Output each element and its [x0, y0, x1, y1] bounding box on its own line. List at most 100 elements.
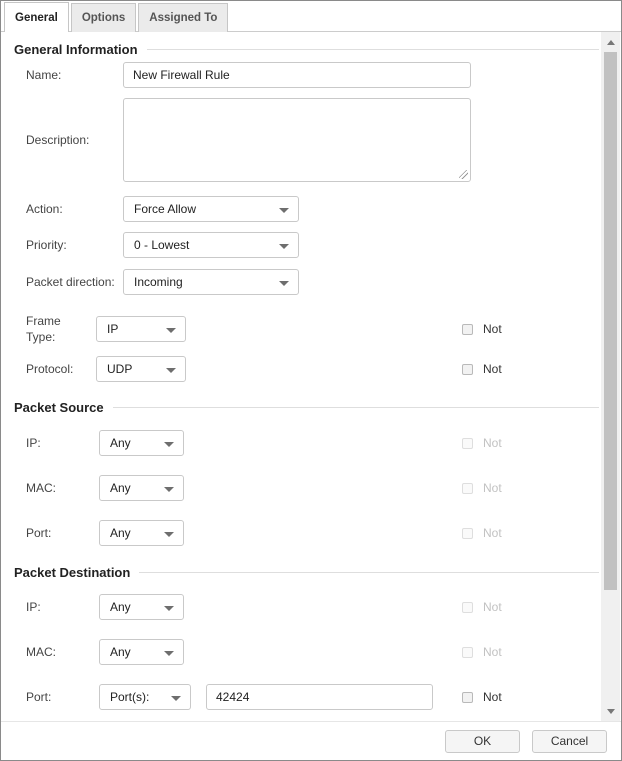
- chevron-down-icon: [164, 532, 174, 537]
- frame-type-not-checkbox[interactable]: [462, 324, 473, 335]
- source-port-not-checkbox: [462, 528, 473, 539]
- form-scroll-area: General Information Name: Description: A…: [1, 32, 602, 723]
- action-select[interactable]: Force Allow: [123, 196, 299, 222]
- frame-type-not-group: Not: [462, 322, 502, 336]
- destination-ip-select-value: Any: [110, 600, 131, 614]
- chevron-down-icon: [164, 487, 174, 492]
- destination-port-not-label: Not: [483, 690, 502, 704]
- source-ip-select[interactable]: Any: [99, 430, 184, 456]
- chevron-down-icon: [171, 696, 181, 701]
- frame-type-select-value: IP: [107, 322, 118, 336]
- priority-label: Priority:: [26, 238, 123, 252]
- triangle-down-icon: [607, 709, 615, 714]
- vertical-scrollbar[interactable]: [601, 32, 620, 723]
- destination-mac-label: MAC:: [26, 645, 99, 659]
- destination-port-type-select-value: Port(s):: [110, 690, 149, 704]
- scroll-up-button[interactable]: [601, 35, 620, 50]
- chevron-down-icon: [166, 328, 176, 333]
- name-input[interactable]: [123, 62, 471, 88]
- source-ip-label: IP:: [26, 436, 99, 450]
- chevron-down-icon: [279, 281, 289, 286]
- protocol-field-row: Protocol: UDP Not: [1, 356, 602, 382]
- destination-mac-not-checkbox: [462, 647, 473, 658]
- chevron-down-icon: [166, 368, 176, 373]
- frame-type-select[interactable]: IP: [96, 316, 186, 342]
- protocol-not-checkbox[interactable]: [462, 364, 473, 375]
- destination-port-field-row: Port: Port(s): Not: [1, 684, 602, 710]
- chevron-down-icon: [164, 606, 174, 611]
- destination-ip-select[interactable]: Any: [99, 594, 184, 620]
- packet-direction-select[interactable]: Incoming: [123, 269, 299, 295]
- section-title: Packet Source: [14, 400, 104, 415]
- destination-mac-not-group: Not: [462, 645, 502, 659]
- section-packet-source: Packet Source: [14, 399, 599, 415]
- protocol-select[interactable]: UDP: [96, 356, 186, 382]
- description-field-row: Description:: [1, 98, 602, 182]
- protocol-not-label: Not: [483, 362, 502, 376]
- destination-port-label: Port:: [26, 690, 99, 704]
- packet-direction-field-row: Packet direction: Incoming: [1, 269, 602, 295]
- destination-ip-not-label: Not: [483, 600, 502, 614]
- source-port-not-label: Not: [483, 526, 502, 540]
- source-mac-select[interactable]: Any: [99, 475, 184, 501]
- section-general-information: General Information: [14, 41, 599, 57]
- frame-type-field-row: Frame Type: IP Not: [1, 313, 602, 345]
- name-field-row: Name:: [1, 62, 602, 88]
- destination-ip-label: IP:: [26, 600, 99, 614]
- destination-port-not-checkbox[interactable]: [462, 692, 473, 703]
- tab-assigned-to[interactable]: Assigned To: [138, 3, 228, 32]
- action-field-row: Action: Force Allow: [1, 196, 602, 222]
- source-port-select[interactable]: Any: [99, 520, 184, 546]
- destination-mac-field-row: MAC: Any Not: [1, 639, 602, 665]
- section-packet-destination: Packet Destination: [14, 564, 599, 580]
- description-textarea[interactable]: [123, 98, 471, 182]
- source-mac-not-checkbox: [462, 483, 473, 494]
- destination-ip-not-group: Not: [462, 600, 502, 614]
- triangle-up-icon: [607, 40, 615, 45]
- cancel-button[interactable]: Cancel: [532, 730, 607, 753]
- destination-ip-not-checkbox: [462, 602, 473, 613]
- tab-assigned-to-label: Assigned To: [149, 12, 217, 24]
- tab-options[interactable]: Options: [71, 3, 136, 32]
- destination-port-input[interactable]: [206, 684, 433, 710]
- section-title: General Information: [14, 42, 138, 57]
- firewall-rule-dialog: General Options Assigned To General Info…: [0, 0, 622, 761]
- tab-general[interactable]: General: [4, 2, 69, 32]
- tab-options-label: Options: [82, 12, 125, 24]
- action-select-value: Force Allow: [134, 202, 196, 216]
- frame-type-label: Frame Type:: [26, 313, 96, 345]
- frame-type-not-label: Not: [483, 322, 502, 336]
- protocol-label: Protocol:: [26, 361, 96, 377]
- tab-general-label: General: [15, 12, 58, 24]
- scrollbar-thumb[interactable]: [604, 52, 617, 590]
- ok-button[interactable]: OK: [445, 730, 520, 753]
- source-port-label: Port:: [26, 526, 99, 540]
- priority-select[interactable]: 0 - Lowest: [123, 232, 299, 258]
- chevron-down-icon: [279, 244, 289, 249]
- source-mac-field-row: MAC: Any Not: [1, 475, 602, 501]
- chevron-down-icon: [164, 651, 174, 656]
- source-ip-select-value: Any: [110, 436, 131, 450]
- packet-direction-select-value: Incoming: [134, 275, 183, 289]
- source-mac-not-group: Not: [462, 481, 502, 495]
- destination-port-not-group: Not: [462, 690, 502, 704]
- dialog-footer: OK Cancel: [1, 721, 621, 760]
- packet-direction-label: Packet direction:: [26, 275, 123, 289]
- chevron-down-icon: [164, 442, 174, 447]
- destination-mac-select[interactable]: Any: [99, 639, 184, 665]
- source-port-field-row: Port: Any Not: [1, 520, 602, 546]
- destination-ip-field-row: IP: Any Not: [1, 594, 602, 620]
- priority-select-value: 0 - Lowest: [134, 238, 189, 252]
- source-ip-not-label: Not: [483, 436, 502, 450]
- section-title: Packet Destination: [14, 565, 130, 580]
- scroll-down-button[interactable]: [601, 704, 620, 719]
- description-textarea-wrap: [123, 98, 471, 182]
- source-ip-not-checkbox: [462, 438, 473, 449]
- priority-field-row: Priority: 0 - Lowest: [1, 232, 602, 258]
- source-ip-not-group: Not: [462, 436, 502, 450]
- destination-port-type-select[interactable]: Port(s):: [99, 684, 191, 710]
- protocol-select-value: UDP: [107, 362, 132, 376]
- description-label: Description:: [26, 133, 123, 147]
- name-label: Name:: [26, 68, 123, 82]
- source-port-not-group: Not: [462, 526, 502, 540]
